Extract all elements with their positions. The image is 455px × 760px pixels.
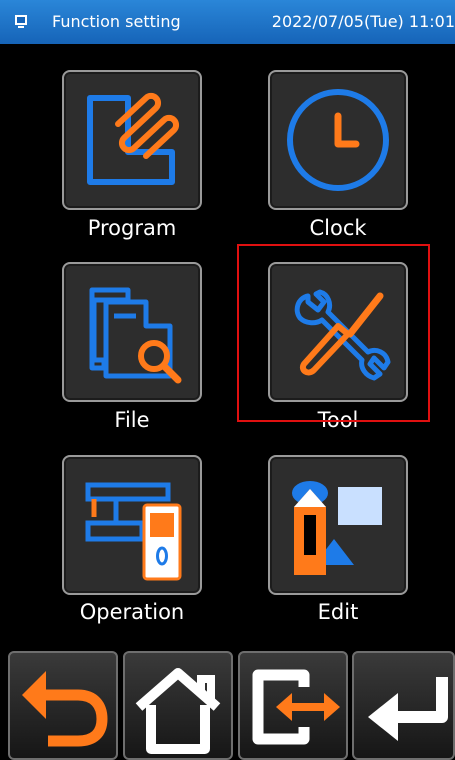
- edit-label: Edit: [317, 600, 359, 624]
- clock-label: Clock: [309, 216, 367, 240]
- edit-icon: [292, 481, 382, 575]
- program-icon: [87, 92, 180, 185]
- back-arrow-icon: [22, 671, 108, 747]
- file-label: File: [114, 408, 150, 432]
- clock-icon: [287, 89, 389, 191]
- operation-label: Operation: [79, 600, 185, 624]
- tool-highlight-box: [237, 244, 430, 422]
- switch-button[interactable]: [238, 651, 348, 760]
- program-label: Program: [87, 216, 177, 240]
- clock-button[interactable]: [268, 70, 408, 210]
- home-button[interactable]: [123, 651, 233, 760]
- enter-button[interactable]: [352, 651, 455, 760]
- enter-icon: [368, 677, 448, 741]
- title-bar: Function setting 2022/07/05(Tue) 11:01: [0, 0, 455, 44]
- home-icon: [135, 668, 221, 754]
- back-button[interactable]: [8, 651, 118, 760]
- file-icon: [89, 287, 182, 384]
- file-button[interactable]: [62, 262, 202, 402]
- edit-button[interactable]: [268, 455, 408, 595]
- switch-icon: [252, 669, 340, 745]
- operation-icon: [85, 482, 182, 581]
- page-title: Function setting: [52, 12, 181, 31]
- screen-icon: [15, 15, 27, 28]
- program-button[interactable]: [62, 70, 202, 210]
- operation-button[interactable]: [62, 455, 202, 595]
- datetime-display: 2022/07/05(Tue) 11:01: [271, 12, 455, 31]
